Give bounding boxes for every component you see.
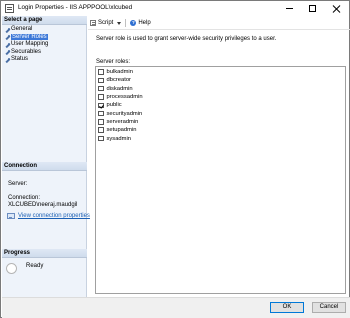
- left-pane: Select a page General Server Roles User …: [2, 16, 90, 297]
- role-label: setupadmin: [106, 127, 137, 134]
- server-roles-list[interactable]: bulkadmin dbcreator diskadmin processadm…: [95, 66, 346, 294]
- script-icon: [90, 20, 96, 26]
- wrench-icon: [5, 35, 10, 40]
- view-connection-properties[interactable]: View connection properties: [7, 213, 90, 219]
- progress-status: Ready: [26, 263, 44, 269]
- page-item-label: Status: [11, 56, 29, 62]
- role-label: dbcreator: [106, 77, 132, 84]
- maximize-button[interactable]: [301, 1, 323, 16]
- wrench-icon: [5, 42, 10, 48]
- window-title: Login Properties - IIS APPPOOL\xlcubed: [18, 4, 133, 11]
- role-checkbox[interactable]: [98, 127, 104, 133]
- connection-header: Connection: [2, 162, 87, 171]
- view-connection-properties-link[interactable]: View connection properties: [18, 213, 90, 219]
- role-row-sysadmin[interactable]: sysadmin: [96, 134, 345, 142]
- role-row-setupadmin[interactable]: setupadmin: [96, 126, 345, 134]
- page-list: General Server Roles User Mapping Secura…: [4, 26, 86, 64]
- role-label: bulkadmin: [106, 69, 133, 76]
- page-description: Server role is used to grant server-wide…: [96, 36, 277, 42]
- role-row-securityadmin[interactable]: securityadmin: [96, 109, 345, 117]
- help-icon: ?: [130, 20, 137, 26]
- connection-value: XLCUBED\neeraj.maudgil: [8, 202, 78, 208]
- maximize-icon: [308, 5, 316, 12]
- role-label: public: [106, 102, 122, 109]
- close-icon: [332, 5, 340, 13]
- toolbar: Script ? Help: [90, 18, 151, 28]
- role-row-serveradmin[interactable]: serveradmin: [96, 118, 345, 126]
- ok-button[interactable]: OK: [270, 302, 304, 313]
- role-label: processadmin: [106, 94, 143, 101]
- role-checkbox[interactable]: [98, 69, 104, 75]
- role-checkbox[interactable]: [98, 110, 104, 117]
- page-item-server-roles[interactable]: Server Roles: [4, 33, 86, 42]
- role-row-dbcreator[interactable]: dbcreator: [96, 76, 345, 84]
- wrench-icon: [5, 57, 10, 63]
- connection-label: Connection:: [8, 195, 41, 201]
- role-checkbox[interactable]: [98, 119, 104, 125]
- toolbar-separator: [125, 19, 127, 27]
- script-button[interactable]: Script: [90, 20, 122, 26]
- role-label: sysadmin: [106, 135, 131, 142]
- dialog-footer: OK Cancel: [2, 297, 350, 318]
- role-row-bulkadmin[interactable]: bulkadmin: [96, 68, 345, 76]
- chevron-down-icon[interactable]: [117, 21, 122, 25]
- role-row-public[interactable]: public: [96, 101, 345, 109]
- help-label: Help: [138, 20, 151, 26]
- role-label: securityadmin: [106, 110, 143, 117]
- script-label: Script: [98, 20, 114, 26]
- properties-icon: [7, 213, 15, 219]
- cancel-button[interactable]: Cancel: [312, 302, 346, 313]
- app-icon: [5, 4, 14, 13]
- page-item-securables[interactable]: Securables: [4, 49, 86, 57]
- role-checkbox[interactable]: [98, 77, 104, 84]
- role-label: serveradmin: [106, 118, 139, 125]
- toolbar-divider: [88, 29, 350, 30]
- role-label: diskadmin: [106, 85, 133, 92]
- wrench-icon: [5, 27, 10, 33]
- minimize-button[interactable]: [278, 1, 300, 16]
- close-button[interactable]: [325, 1, 347, 16]
- wrench-icon: [5, 50, 10, 55]
- role-row-processadmin[interactable]: processadmin: [96, 93, 345, 101]
- server-roles-label: Server roles:: [96, 59, 131, 65]
- page-item-status[interactable]: Status: [4, 56, 86, 64]
- role-checkbox[interactable]: [98, 85, 104, 92]
- minimize-icon: [285, 8, 293, 9]
- progress-spinner-icon: [6, 263, 17, 274]
- page-item-label: Server Roles: [11, 33, 48, 40]
- role-checkbox[interactable]: [98, 135, 104, 142]
- login-properties-window: Login Properties - IIS APPPOOL\xlcubed S…: [0, 0, 350, 318]
- page-item-label: User Mapping: [11, 41, 49, 47]
- server-label: Server:: [8, 181, 28, 187]
- role-checkbox[interactable]: [98, 102, 104, 109]
- role-row-diskadmin[interactable]: diskadmin: [96, 85, 345, 93]
- select-page-header: Select a page: [2, 16, 87, 25]
- page-item-user-mapping[interactable]: User Mapping: [4, 41, 86, 49]
- page-item-label: Securables: [11, 48, 42, 55]
- page-item-general[interactable]: General: [4, 26, 86, 34]
- role-checkbox[interactable]: [98, 94, 104, 100]
- help-button[interactable]: ? Help: [130, 20, 151, 26]
- title-bar: Login Properties - IIS APPPOOL\xlcubed: [1, 1, 349, 16]
- progress-header: Progress: [2, 249, 87, 258]
- page-item-label: General: [11, 26, 33, 32]
